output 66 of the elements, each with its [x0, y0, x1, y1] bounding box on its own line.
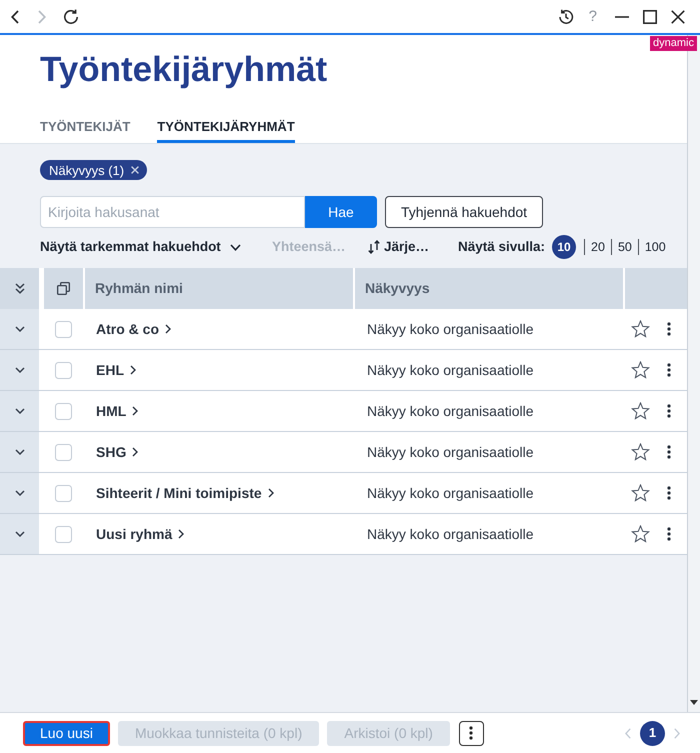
page-size-option[interactable]: 10 — [552, 235, 576, 259]
tab[interactable]: TYÖNTEKIJÄT — [40, 120, 130, 143]
search-button[interactable]: Hae — [305, 196, 377, 228]
minimize-icon[interactable] — [615, 16, 629, 18]
page-size-option[interactable]: 20 — [585, 240, 611, 254]
page-size-option[interactable]: 50 — [612, 240, 638, 254]
visibility-text: Näkyy koko organisaatiolle — [367, 442, 534, 462]
search-field[interactable]: Kirjoita hakusanat — [40, 196, 305, 228]
visibility-text: Näkyy koko organisaatiolle — [367, 524, 534, 544]
group-name-link[interactable]: Atro & co — [96, 318, 171, 340]
scroll-down-arrow-icon[interactable] — [690, 700, 698, 705]
kebab-menu-icon[interactable] — [667, 527, 671, 541]
chevron-right-icon — [165, 324, 171, 334]
star-icon[interactable] — [631, 320, 650, 338]
kebab-menu-icon[interactable] — [667, 445, 671, 459]
chevron-right-icon — [132, 447, 138, 457]
close-icon[interactable] — [671, 10, 685, 24]
page-title: Työntekijäryhmät — [40, 52, 328, 87]
chevron-right-icon — [178, 529, 184, 539]
environment-badge: dynamic — [650, 36, 697, 51]
group-name-link[interactable]: Sihteerit / Mini toimipiste — [96, 482, 274, 504]
row-checkbox[interactable] — [55, 484, 72, 502]
chevron-right-icon — [130, 365, 136, 375]
double-chevron-down-icon[interactable] — [14, 283, 24, 294]
visibility-text: Näkyy koko organisaatiolle — [367, 360, 534, 380]
sort-icon — [368, 240, 380, 254]
row-checkbox[interactable] — [55, 362, 72, 378]
create-button[interactable]: Luo uusi — [23, 720, 110, 746]
refresh-icon[interactable] — [63, 8, 79, 24]
page-button[interactable]: 1 — [640, 720, 665, 746]
visibility-text: Näkyy koko organisaatiolle — [367, 484, 534, 503]
star-icon[interactable] — [631, 402, 650, 420]
group-name-link[interactable]: EHL — [96, 360, 136, 380]
column-heading[interactable]: Ryhmän nimi — [95, 278, 183, 299]
page-size-label: Näytä sivulla: — [458, 240, 546, 254]
visibility-text: Näkyy koko organisaatiolle — [367, 402, 534, 421]
star-icon[interactable] — [631, 443, 650, 461]
row-checkbox[interactable] — [55, 320, 72, 338]
sort-button[interactable]: Järje… — [368, 240, 430, 254]
row-checkbox[interactable] — [55, 526, 72, 542]
star-icon[interactable] — [631, 484, 650, 502]
star-icon[interactable] — [631, 361, 650, 379]
more-button[interactable] — [458, 720, 484, 746]
stacked-squares-icon[interactable] — [57, 282, 70, 295]
kebab-menu-icon[interactable] — [667, 322, 671, 336]
page-size-option[interactable]: 100 — [638, 240, 672, 254]
history-icon[interactable] — [558, 8, 574, 24]
kebab-menu-icon — [469, 726, 474, 740]
column-heading[interactable]: Näkyvyys — [365, 278, 430, 299]
row-checkbox[interactable] — [55, 402, 72, 420]
star-icon[interactable] — [631, 525, 650, 543]
group-name-link[interactable]: Uusi ryhmä — [96, 524, 184, 544]
visibility-text: Näkyy koko organisaatiolle — [367, 320, 534, 339]
back-icon[interactable] — [11, 10, 19, 24]
group-name-link[interactable]: SHG — [96, 442, 138, 462]
group-name-link[interactable]: HML — [96, 400, 138, 422]
clear-filters-button[interactable]: Tyhjennä hakuehdot — [385, 196, 543, 228]
chevron-right-icon — [132, 406, 138, 416]
filter-chip[interactable]: Näkyvyys (1) — [40, 160, 148, 180]
row-checkbox[interactable] — [55, 444, 72, 460]
kebab-menu-icon[interactable] — [667, 404, 671, 418]
advanced-search-toggle[interactable]: Näytä tarkemmat hakuehdot — [40, 240, 241, 254]
kebab-menu-icon[interactable] — [667, 363, 671, 377]
maximize-icon[interactable] — [643, 10, 657, 24]
chevron-right-icon — [268, 488, 274, 498]
kebab-menu-icon[interactable] — [667, 486, 671, 500]
